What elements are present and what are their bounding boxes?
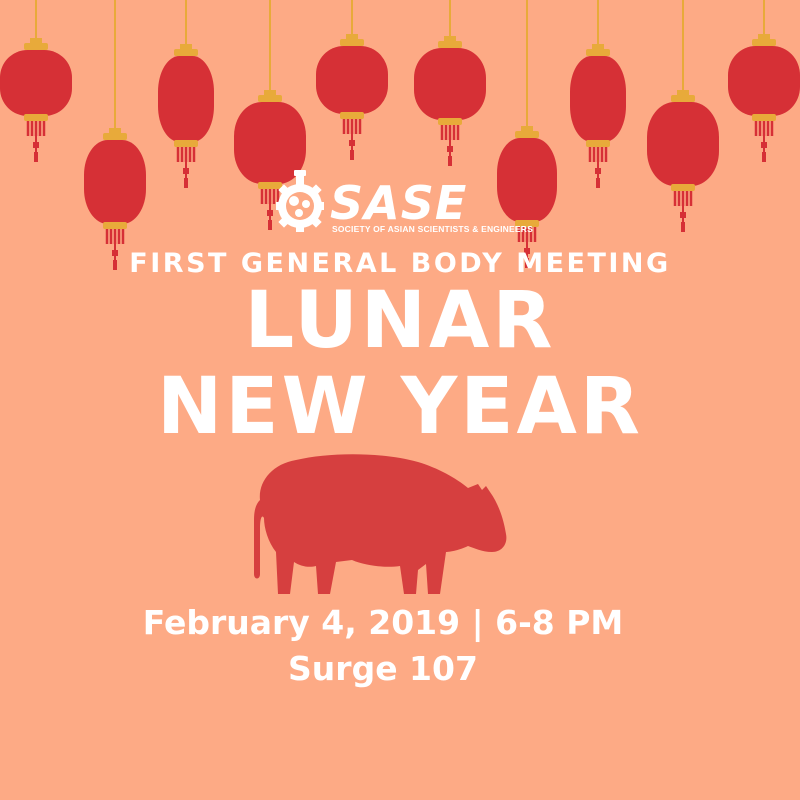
- lantern-icon: [647, 0, 719, 232]
- event-location: Surge 107: [288, 649, 478, 688]
- logo-wordmark: SASE: [330, 176, 468, 230]
- pig-icon: [254, 454, 507, 594]
- lantern-icon: [0, 0, 72, 162]
- lantern-icon: [158, 0, 214, 188]
- lantern-icon: [570, 0, 626, 188]
- lantern-icon: [414, 0, 486, 166]
- event-date-time: February 4, 2019 | 6-8 PM: [142, 603, 624, 642]
- gear-flask-icon: [276, 170, 324, 232]
- sase-logo: SASE SOCIETY OF ASIAN SCIENTISTS & ENGIN…: [272, 168, 533, 248]
- lantern-icon: [84, 0, 146, 270]
- event-poster: SASE SOCIETY OF ASIAN SCIENTISTS & ENGIN…: [0, 0, 800, 800]
- lantern-icon: [728, 0, 800, 162]
- logo-tagline: SOCIETY OF ASIAN SCIENTISTS & ENGINEERS: [332, 224, 533, 234]
- lantern-icon: [316, 0, 388, 160]
- event-title-line-2: NEW YEAR: [157, 362, 643, 452]
- event-title-line-1: LUNAR: [244, 276, 556, 366]
